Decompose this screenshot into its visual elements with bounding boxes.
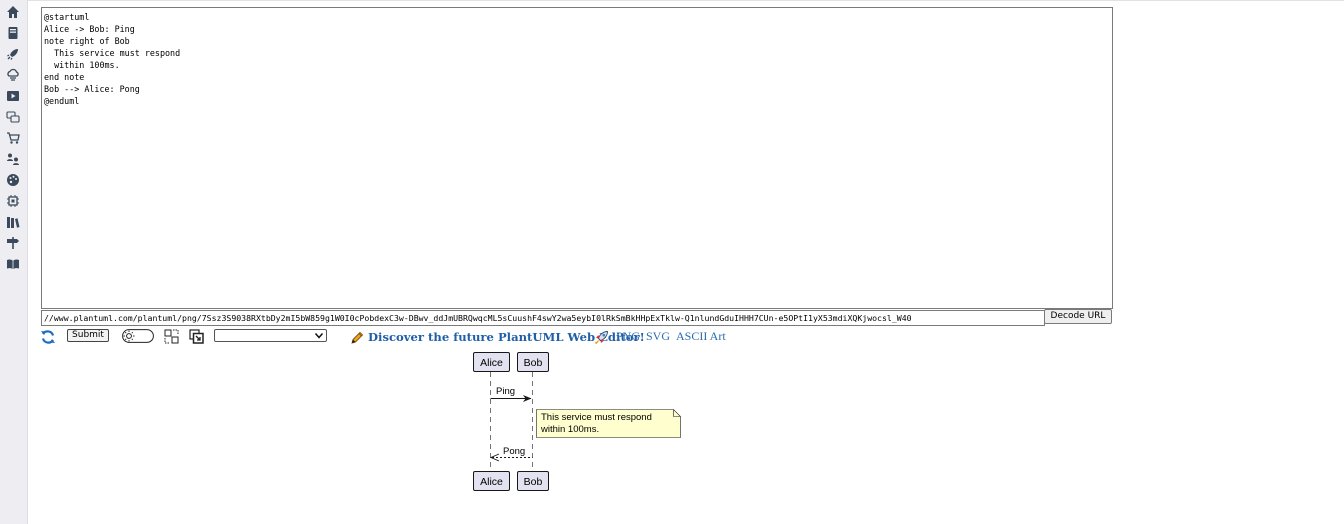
theme-toggle[interactable] (122, 329, 154, 343)
home-icon[interactable] (6, 5, 20, 19)
chevron-down-icon (314, 333, 324, 339)
submit-button[interactable]: Submit (67, 329, 109, 342)
top-divider (28, 0, 1344, 1)
message-ping-label: Ping (496, 386, 516, 397)
diagram-select[interactable] (214, 329, 327, 342)
participant-alice-bottom: Alice (473, 471, 510, 491)
popout-icon[interactable] (189, 329, 204, 344)
palette-icon[interactable] (6, 173, 20, 187)
note-line-1: This service must respond (541, 412, 652, 423)
participant-bob-top: Bob (517, 352, 549, 372)
png-link[interactable]: PNG (616, 328, 640, 344)
open-book-icon[interactable] (6, 257, 20, 271)
book-icon[interactable] (6, 26, 20, 40)
chip-icon[interactable] (6, 194, 20, 208)
split-view-icon[interactable] (164, 329, 179, 344)
note-line-2: within 100ms. (541, 423, 600, 435)
users-icon[interactable] (6, 152, 20, 166)
chat-icon[interactable] (6, 110, 20, 124)
participant-alice-top: Alice (473, 352, 510, 372)
pencil-icon (351, 331, 364, 344)
url-input[interactable]: //www.plantuml.com/plantuml/png/7Ssz3S90… (41, 310, 1045, 326)
ascii-art-link[interactable]: ASCII Art (676, 328, 726, 344)
svg-link[interactable]: SVG (646, 328, 670, 344)
sequence-diagram: Alice Bob Ping This service must respond… (470, 350, 685, 498)
signpost-icon[interactable] (6, 236, 20, 250)
message-pong-label: Pong (503, 446, 526, 457)
play-icon[interactable] (6, 89, 20, 103)
source-editor[interactable]: @startuml Alice -> Bob: Ping note right … (41, 7, 1113, 309)
decode-url-button[interactable]: Decode URL (1044, 309, 1112, 324)
rocket-icon[interactable] (6, 47, 20, 61)
rocket-icon (594, 331, 608, 344)
library-icon[interactable] (6, 215, 20, 229)
cart-icon[interactable] (6, 131, 20, 145)
participant-bob-bottom: Bob (517, 471, 549, 491)
cloud-icon[interactable] (6, 68, 20, 82)
refresh-icon[interactable] (40, 329, 56, 345)
sidebar (0, 0, 28, 524)
